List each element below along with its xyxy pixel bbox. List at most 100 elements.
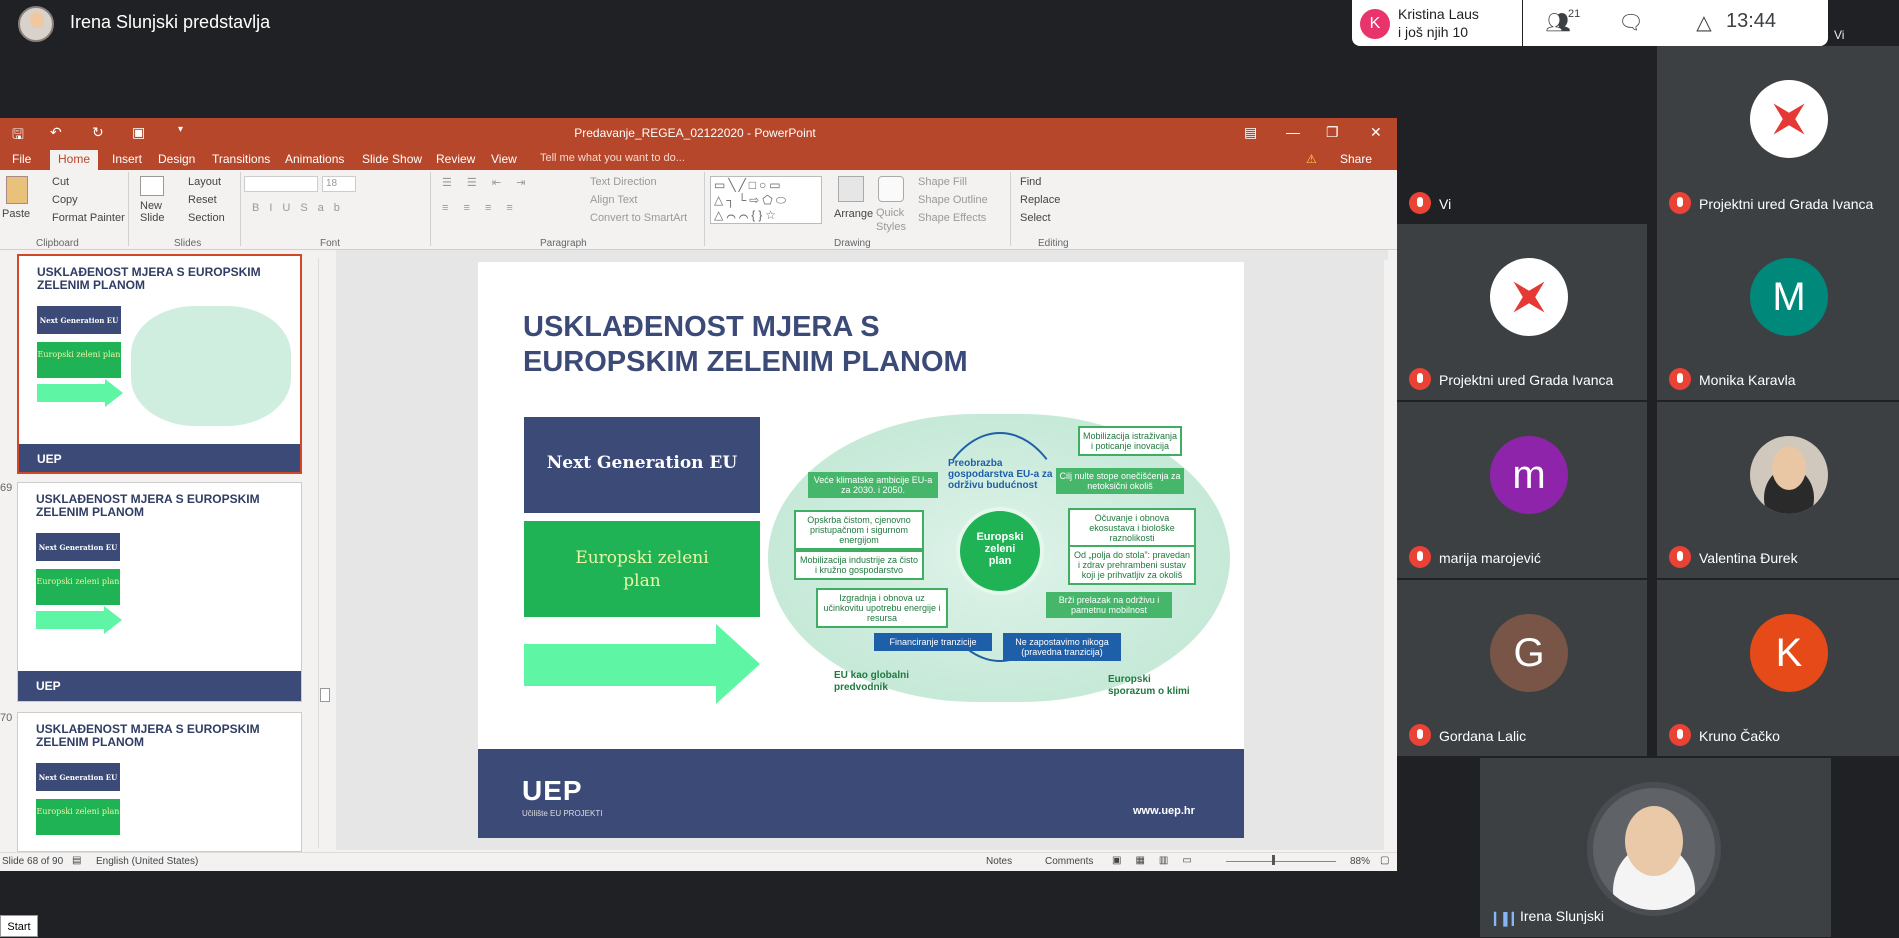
tab-review[interactable]: Review xyxy=(436,152,475,166)
restore-icon[interactable]: ❐ xyxy=(1326,124,1339,141)
self-corner-label: Vi xyxy=(1834,28,1845,42)
ez-line: plan xyxy=(623,571,661,591)
participant-tile[interactable]: Projektni ured Grada Ivanca xyxy=(1397,224,1647,400)
presenter-tile[interactable]: ▎▌▎ Irena Slunjski xyxy=(1480,758,1831,937)
section-button[interactable]: Section xyxy=(188,212,225,224)
status-bar: Slide 68 of 90 ▤ English (United States)… xyxy=(0,852,1397,871)
join-notification[interactable]: K Kristina Laus i još njih 10 xyxy=(1352,0,1522,46)
scrollbar-thumb[interactable] xyxy=(320,688,330,702)
tab-animations[interactable]: Animations xyxy=(285,152,344,166)
quick-styles-icon[interactable] xyxy=(878,176,904,202)
mic-off-icon xyxy=(1409,546,1431,568)
tell-me-box[interactable]: Tell me what you want to do... xyxy=(540,152,685,164)
tab-transitions[interactable]: Transitions xyxy=(212,152,270,166)
arrange-button[interactable]: Arrange xyxy=(834,208,873,220)
shape-effects-button[interactable]: Shape Effects xyxy=(918,212,986,224)
shapes-gallery[interactable]: ▭╲╱□○▭ △┐└⇨⬠⬭ △⌒⌒{}☆ xyxy=(710,176,822,224)
new-slide-icon[interactable] xyxy=(140,176,164,196)
minimize-icon[interactable]: — xyxy=(1286,124,1300,140)
new-slide-button[interactable]: New Slide xyxy=(140,200,170,224)
slide-thumbnail-69[interactable]: USKLAĐENOST MJERA S EUROPSKIM ZELENIM PL… xyxy=(17,482,302,702)
zoom-thumb[interactable] xyxy=(1272,855,1275,865)
slide-counter: Slide 68 of 90 xyxy=(2,856,64,867)
activities-icon[interactable]: △ xyxy=(1689,10,1719,36)
presenter-avatar xyxy=(18,6,54,42)
participant-tile[interactable]: K Kruno Čačko xyxy=(1657,580,1899,756)
layout-button[interactable]: Layout xyxy=(188,176,221,188)
window-title: Predavanje_REGEA_02122020 - PowerPoint xyxy=(574,126,816,140)
thumbnail-scrollbar[interactable] xyxy=(318,258,330,848)
font-format-buttons[interactable]: BIUSab xyxy=(252,202,350,214)
clock: 13:44 xyxy=(1726,10,1777,32)
convert-smartart-button[interactable]: Convert to SmartArt xyxy=(590,212,687,224)
tab-file[interactable]: File xyxy=(12,152,31,166)
thumbnail-next-gen: Next Generation EU xyxy=(36,533,120,561)
quick-styles-button[interactable]: Quick Styles xyxy=(876,206,910,234)
participant-name: Monika Karavla xyxy=(1699,372,1796,388)
text-direction-button[interactable]: Text Direction xyxy=(590,176,657,188)
font-size-input[interactable]: 18 xyxy=(322,176,356,192)
arrange-icon[interactable] xyxy=(838,176,864,202)
thumbnail-diagram xyxy=(131,306,291,426)
participant-tile[interactable]: G Gordana Lalic xyxy=(1397,580,1647,756)
mic-off-icon xyxy=(1409,192,1431,214)
slide-title: USKLAĐENOST MJERA S EUROPSKIM ZELENIM PL… xyxy=(523,310,1123,380)
ribbon-display-icon[interactable]: ▤ xyxy=(1244,124,1257,141)
participant-avatar: m xyxy=(1490,436,1568,514)
participant-tile[interactable]: Valentina Đurek xyxy=(1657,402,1899,578)
fit-slide-icon[interactable]: ▢ xyxy=(1380,855,1389,866)
group-editing: Editing xyxy=(1038,238,1069,249)
presenter-name: Irena Slunjski xyxy=(1520,908,1605,924)
warning-icon[interactable]: ⚠ xyxy=(1306,152,1317,166)
select-button[interactable]: Select xyxy=(1020,212,1051,224)
replace-button[interactable]: Replace xyxy=(1020,194,1060,206)
share-button[interactable]: Share xyxy=(1340,152,1372,166)
participant-avatar: M xyxy=(1750,258,1828,336)
list-buttons[interactable]: ☰ ☰ ⇤ ⇥ xyxy=(442,176,531,189)
close-icon[interactable]: ✕ xyxy=(1370,124,1382,141)
notes-button[interactable]: Notes xyxy=(986,856,1012,867)
copy-button[interactable]: Copy xyxy=(52,194,78,206)
format-painter-button[interactable]: Format Painter xyxy=(52,212,125,224)
zoom-slider[interactable] xyxy=(1226,861,1336,862)
thumbnail-title: USKLAĐENOST MJERA S EUROPSKIM ZELENIM PL… xyxy=(36,492,260,519)
tab-home[interactable]: Home xyxy=(50,150,98,170)
participant-tile[interactable]: Vi xyxy=(1397,46,1647,224)
shape-outline-button[interactable]: Shape Outline xyxy=(918,194,988,206)
align-buttons[interactable]: ≡ ≡ ≡ ≡ xyxy=(442,202,519,214)
chat-icon[interactable]: 🗨︎ xyxy=(1616,10,1646,36)
slide-thumbnail-70[interactable]: USKLAĐENOST MJERA S EUROPSKIM ZELENIM PL… xyxy=(17,712,302,852)
comments-button[interactable]: Comments xyxy=(1045,856,1093,867)
language-label[interactable]: English (United States) xyxy=(96,856,198,867)
participant-tile[interactable]: m marija marojević xyxy=(1397,402,1647,578)
tab-slide-show[interactable]: Slide Show xyxy=(362,152,422,166)
divider xyxy=(704,172,705,246)
thumbnail-next-gen: Next Generation EU xyxy=(37,306,121,334)
start-button[interactable]: Start xyxy=(0,915,38,937)
tab-insert[interactable]: Insert xyxy=(112,152,142,166)
align-text-button[interactable]: Align Text xyxy=(590,194,638,206)
thumbnail-logo: UEP xyxy=(37,452,62,466)
find-button[interactable]: Find xyxy=(1020,176,1041,188)
zoom-level[interactable]: 88% xyxy=(1350,856,1370,867)
cut-button[interactable]: Cut xyxy=(52,176,69,188)
paste-icon[interactable] xyxy=(6,176,28,204)
malta-cross-avatar xyxy=(1490,258,1568,336)
participant-tile[interactable]: M Monika Karavla xyxy=(1657,224,1899,400)
slide-thumbnail-68[interactable]: USKLAĐENOST MJERA S EUROPSKIM ZELENIM PL… xyxy=(17,254,302,474)
font-name-input[interactable] xyxy=(244,176,318,192)
thumbnail-footer: UEP xyxy=(19,444,300,472)
spelling-icon[interactable]: ▤ xyxy=(72,855,81,866)
shape-fill-button[interactable]: Shape Fill xyxy=(918,176,967,188)
current-slide[interactable]: USKLAĐENOST MJERA S EUROPSKIM ZELENIM PL… xyxy=(478,262,1244,838)
tab-design[interactable]: Design xyxy=(158,152,195,166)
europski-zeleni-plan-box: Europski zeleni plan xyxy=(524,521,760,617)
right-box: Mobilizacija istraživanja i poticanje in… xyxy=(1078,426,1182,456)
reset-button[interactable]: Reset xyxy=(188,194,217,206)
participant-name: Projektni ured Grada Ivanca xyxy=(1439,372,1614,388)
participant-tile[interactable]: Projektni ured Grada Ivanca xyxy=(1657,46,1899,224)
view-buttons[interactable]: ▣▦▥▭ xyxy=(1112,855,1206,866)
paste-button[interactable]: Paste xyxy=(2,208,30,220)
tab-view[interactable]: View xyxy=(491,152,517,166)
slide-scrollbar[interactable] xyxy=(1384,260,1397,850)
